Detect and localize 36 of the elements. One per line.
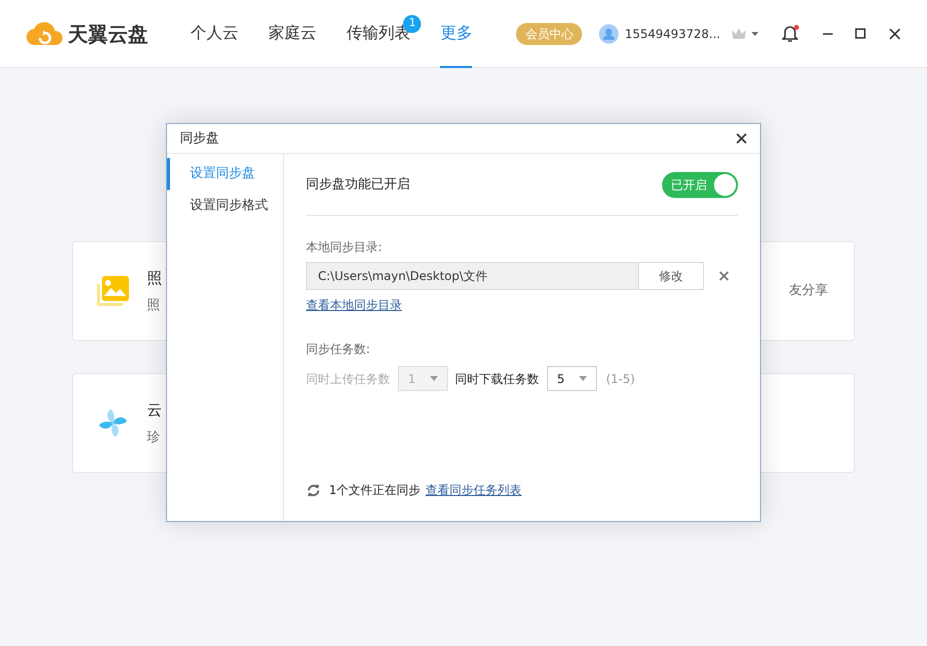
- cloud-logo-icon: [26, 22, 64, 46]
- image-icon: [97, 276, 129, 306]
- range-hint: (1-5): [606, 370, 635, 388]
- download-tasks-dropdown[interactable]: 5: [547, 366, 597, 391]
- maximize-icon[interactable]: [855, 28, 866, 39]
- nav-tab[interactable]: 更多: [440, 0, 472, 68]
- sync-progress-text: 1个文件正在同步: [329, 482, 421, 499]
- card-title: 照: [147, 268, 162, 289]
- user-account[interactable]: 15549493728...: [624, 24, 720, 42]
- directory-label: 本地同步目录:: [306, 239, 384, 256]
- sync-status-label: 同步盘功能已开启: [306, 176, 410, 194]
- card-subtitle: 珍: [147, 428, 161, 446]
- dialog-title: 同步盘: [180, 130, 219, 148]
- upload-tasks-label: 同时上传任务数: [306, 370, 390, 388]
- close-icon[interactable]: [889, 28, 901, 40]
- settings-tab[interactable]: 设置同步盘: [167, 158, 283, 190]
- caret-icon: [579, 376, 587, 381]
- nav-tab[interactable]: 个人云: [190, 0, 238, 68]
- caret-icon: [430, 376, 438, 381]
- task-count-label: 同步任务数:: [306, 341, 372, 358]
- view-directory-link[interactable]: 查看本地同步目录: [306, 296, 402, 314]
- bell-icon[interactable]: [782, 24, 798, 42]
- crown-icon[interactable]: [732, 28, 760, 40]
- nav-tab[interactable]: 家庭云: [268, 0, 316, 68]
- download-tasks-label: 同时下载任务数: [455, 370, 539, 388]
- logo-text: 天翼云盘: [68, 20, 148, 48]
- sync-icon: [306, 482, 321, 498]
- clear-icon[interactable]: [719, 271, 729, 281]
- card-subtitle: 友分享: [789, 282, 828, 300]
- close-icon[interactable]: [736, 133, 747, 144]
- card-title: 云: [147, 400, 162, 421]
- settings-tab[interactable]: 设置同步格式: [167, 190, 283, 222]
- view-tasks-link[interactable]: 查看同步任务列表: [426, 481, 522, 499]
- card-subtitle: 照: [147, 296, 161, 314]
- pinwheel-icon: [97, 407, 129, 439]
- avatar-icon[interactable]: [599, 24, 619, 44]
